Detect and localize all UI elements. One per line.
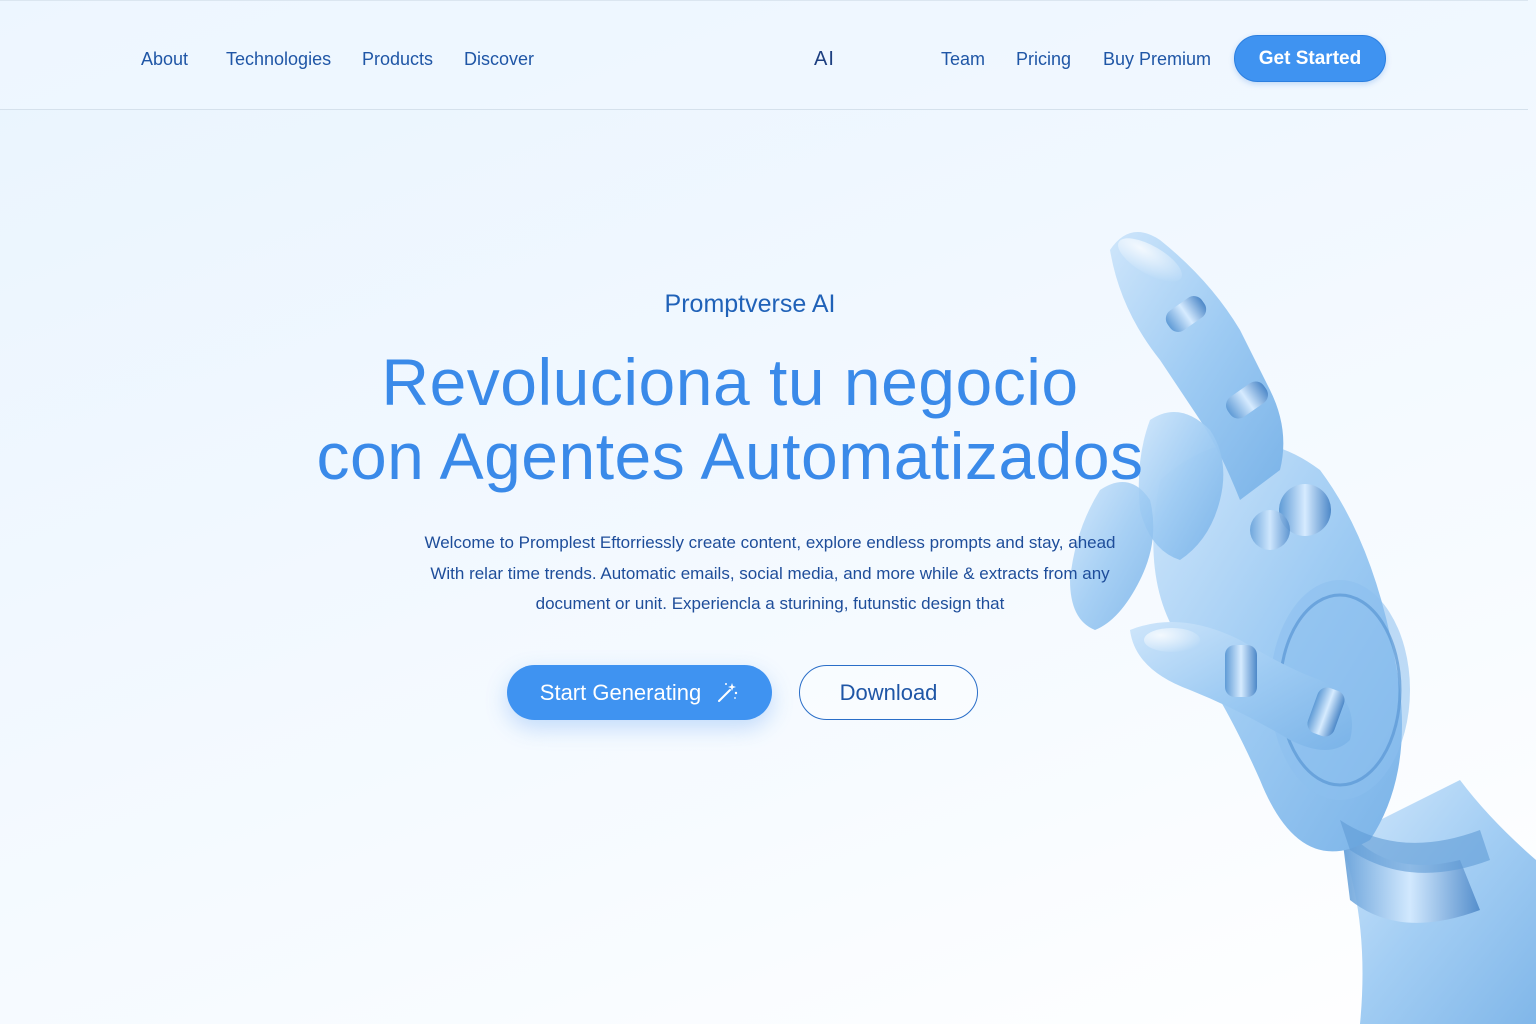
hero-headline-line-2: con Agentes Automatizados (316, 419, 1144, 493)
nav-link-pricing[interactable]: Pricing (1016, 46, 1071, 72)
hero-description-line-3: document or unit. Experiencla a sturinin… (535, 594, 1005, 613)
hero-headline-line-1: Revoluciona tu negocio (381, 345, 1079, 419)
nav-link-about[interactable]: About (141, 46, 188, 72)
top-navigation-bar: About Technologies Products Discover AI … (0, 0, 1528, 110)
start-generating-label: Start Generating (539, 679, 702, 705)
hero-description: Welcome to Promplest Eftorriessly create… (380, 528, 1160, 620)
brand-logo-text[interactable]: AI (814, 46, 835, 72)
magic-wand-icon (718, 682, 738, 702)
nav-link-team[interactable]: Team (941, 46, 985, 72)
hero-description-line-1: Welcome to Promplest Eftorriessly create… (424, 533, 1116, 552)
hero-headline: Revoluciona tu negocio con Agentes Autom… (230, 345, 1230, 493)
nav-link-discover[interactable]: Discover (464, 46, 534, 72)
hero-description-line-2: With relar time trends. Automatic emails… (430, 563, 1110, 583)
get-started-button[interactable]: Get Started (1234, 35, 1386, 82)
nav-link-products[interactable]: Products (362, 46, 433, 72)
nav-link-buy-premium[interactable]: Buy Premium (1103, 46, 1211, 72)
robot-hand-illustration (1070, 232, 1536, 1024)
download-button[interactable]: Download (799, 665, 978, 720)
hero-eyebrow: Promptverse AI (664, 290, 836, 318)
nav-link-technologies[interactable]: Technologies (226, 46, 331, 72)
start-generating-button[interactable]: Start Generating (507, 665, 772, 720)
